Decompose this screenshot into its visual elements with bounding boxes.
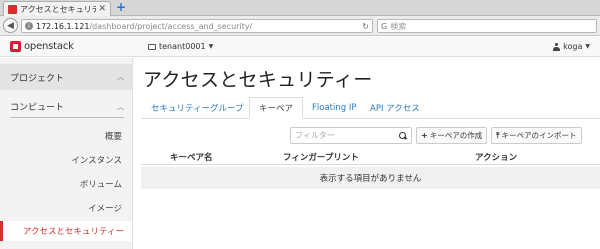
upload-icon: ⤒ (496, 130, 500, 140)
project-icon (148, 43, 156, 50)
tab-security-groups[interactable]: セキュリティーグループ (151, 97, 243, 119)
sidebar-item-volumes[interactable]: ボリューム (80, 178, 122, 190)
chevron-down-icon: ▼ (585, 43, 590, 50)
tab-floating-ip[interactable]: Floating IP (312, 97, 356, 119)
browser-tab[interactable]: アクセスとセキュリティ… ✕ (3, 1, 111, 16)
tenant-name: tenant0001 (159, 42, 206, 51)
sidebar-item-access-security[interactable]: アクセスとセキュリティー (0, 221, 132, 241)
column-header-actions: アクション (475, 153, 518, 163)
openstack-favicon-icon (8, 4, 17, 14)
url-path: /dashboard/project/access_and_security/ (89, 21, 253, 31)
table-header: キーペア名 フィンガープリント アクション (141, 149, 600, 165)
reload-icon[interactable]: ↻ (362, 22, 369, 31)
back-arrow-icon[interactable]: ◀ (3, 18, 18, 33)
logo-text: openstack (24, 41, 74, 52)
sidebar-item-images[interactable]: イメージ (88, 202, 122, 214)
new-tab-icon[interactable]: + (116, 1, 126, 14)
plus-icon: + (421, 131, 428, 140)
sidebar-project-header[interactable]: プロジェクト ︿ (0, 64, 132, 90)
tab-key-pairs[interactable]: キーペア (249, 97, 304, 119)
close-tab-icon[interactable]: ✕ (98, 4, 106, 14)
sidebar-compute-header[interactable]: コンピュート ︿ (10, 96, 124, 118)
openstack-header: openstack tenant0001 ▼ koga ▼ (0, 37, 600, 57)
empty-message: 表示する項目がありません (319, 174, 422, 184)
chevron-up-icon: ︿ (117, 73, 124, 81)
sidebar: プロジェクト ︿ コンピュート ︿ 概要 インスタンス ボリューム イメージ ア… (0, 58, 133, 249)
browser-tabstrip: アクセスとセキュリティ… ✕ + (0, 0, 600, 16)
column-header-fingerprint: フィンガープリント (283, 153, 359, 163)
sidebar-item-instances[interactable]: インスタンス (71, 154, 122, 166)
tenant-selector[interactable]: tenant0001 ▼ (148, 42, 213, 51)
openstack-logo[interactable]: openstack (10, 41, 74, 52)
browser-navbar: ◀ i 172.16.1.121 /dashboard/project/acce… (0, 16, 600, 36)
sidebar-item-overview[interactable]: 概要 (105, 130, 122, 142)
tab-bar: セキュリティーグループ キーペア Floating IP API アクセス (141, 97, 600, 119)
user-icon (553, 42, 561, 51)
openstack-logo-icon (10, 41, 21, 52)
table-empty-row: 表示する項目がありません (141, 167, 600, 189)
browser-search-placeholder: 検索 (390, 21, 407, 31)
address-bar[interactable]: i 172.16.1.121 /dashboard/project/access… (21, 19, 373, 33)
import-keypair-label: キーペアのインポート (501, 131, 577, 140)
search-icon[interactable] (399, 131, 407, 140)
sidebar-compute-label: コンピュート (10, 103, 65, 113)
column-header-keypair-name: キーペア名 (170, 153, 213, 163)
create-keypair-button[interactable]: + キーペアの作成 (416, 127, 488, 144)
chevron-up-icon: ︿ (117, 102, 124, 111)
filter-input[interactable] (295, 131, 390, 140)
chevron-down-icon: ▼ (208, 43, 214, 50)
create-keypair-label: キーペアの作成 (429, 131, 483, 140)
url-host: 172.16.1.121 (36, 21, 90, 31)
import-keypair-button[interactable]: ⤒ キーペアのインポート (491, 127, 582, 144)
page-title: アクセスとセキュリティー (143, 69, 373, 91)
user-name: koga (563, 42, 583, 51)
sidebar-project-label: プロジェクト (10, 73, 65, 84)
tab-api-access[interactable]: API アクセス (370, 97, 420, 119)
info-icon[interactable]: i (25, 22, 33, 30)
user-menu[interactable]: koga ▼ (553, 42, 590, 51)
browser-search-input[interactable]: G 検索 (377, 19, 597, 33)
browser-tab-title: アクセスとセキュリティ… (20, 4, 97, 14)
search-engine-icon: G (381, 21, 388, 31)
filter-field (290, 127, 412, 144)
